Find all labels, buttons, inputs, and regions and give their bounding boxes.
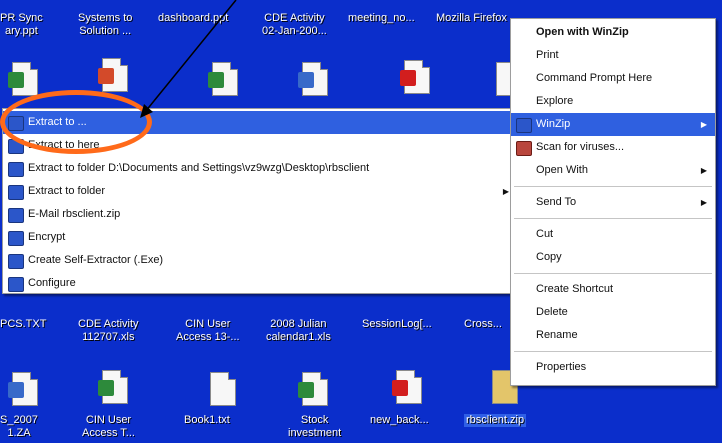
pointer-arrow-icon (140, 0, 237, 118)
